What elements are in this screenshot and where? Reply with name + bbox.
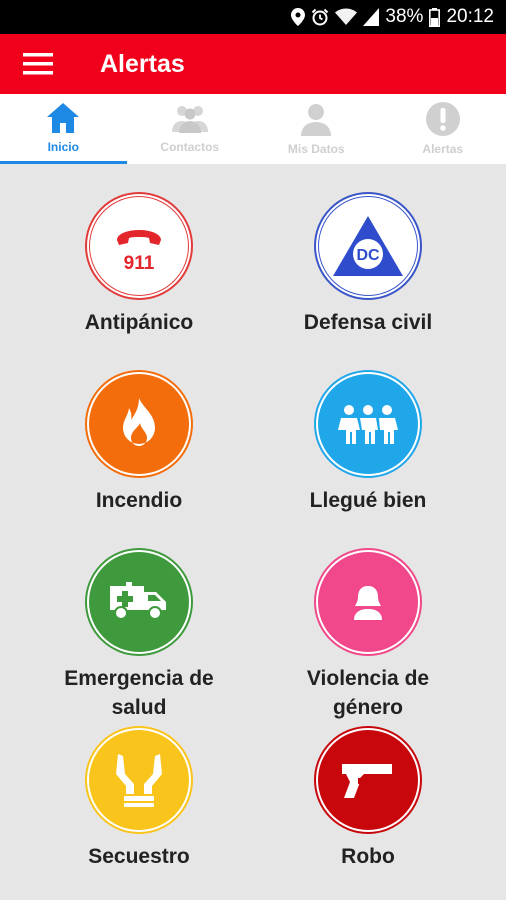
alert-label: Violencia de género [306,667,430,719]
alert-secuestro[interactable]: Secuestro [24,726,254,871]
alert-circle-inner [318,374,418,474]
fire-icon [123,398,155,446]
alert-circle [85,548,193,656]
status-bar: 38% 20:12 [0,0,506,34]
battery-icon [429,7,441,27]
alert-circle [85,370,193,478]
alert-label: Defensa civil [303,311,433,334]
hamburger-icon [23,53,53,75]
alerts-grid: 911 Antipánico DC Defensa civil Incendio… [0,164,506,900]
alert-emergencia-salud[interactable]: Emergencia de salud [24,548,254,722]
alert-circle [314,548,422,656]
alert-label: Incendio [95,489,183,512]
alert-label: Secuestro [88,845,190,868]
alert-label: Emergencia de salud [64,667,214,719]
home-icon [47,103,80,133]
alert-circle-inner [89,552,189,652]
badge-911: 911 [124,253,155,274]
tab-alertas[interactable]: Alertas [380,94,506,164]
tab-label: Inicio [47,140,79,154]
alert-circle [314,370,422,478]
woman-icon [354,586,382,620]
alert-circle [314,726,422,834]
alert-circle: DC [314,192,422,300]
tab-inicio[interactable]: Inicio [0,94,127,164]
tab-label: Contactos [160,140,220,154]
badge-dc: DC [356,247,380,264]
alert-defensa-civil[interactable]: DC Defensa civil [253,192,483,337]
page-title: Alertas [100,49,185,78]
alert-circle-inner: DC [318,196,418,296]
tab-mis-datos[interactable]: Mis Datos [253,94,380,164]
battery-percent: 38% [385,6,424,27]
alert-circle-inner [89,374,189,474]
location-icon [291,8,306,26]
alarm-icon [311,8,329,26]
signal-icon [363,8,380,26]
person-icon [301,104,332,136]
phone-911-icon: 911 [117,230,161,274]
alert-violencia-genero[interactable]: Violencia de género [253,548,483,722]
alert-circle [85,726,193,834]
tab-label: Alertas [422,142,464,156]
alert-circle-inner [318,730,418,830]
alert-robo[interactable]: Robo [253,726,483,871]
gun-icon [342,764,392,798]
hands-icon [116,754,162,807]
alert-antipanico[interactable]: 911 Antipánico [24,192,254,337]
menu-button[interactable] [0,34,76,94]
alert-circle-inner [318,552,418,652]
ambulance-icon [110,582,166,620]
wifi-icon [335,8,358,26]
alert-label: Llegué bien [309,489,427,512]
tab-bar: Inicio Contactos Mis Datos Alertas [0,94,506,164]
family-icon [338,405,398,444]
alert-incendio[interactable]: Incendio [24,370,254,515]
civil-defense-icon: DC [333,216,403,276]
app-bar: Alertas [0,34,506,94]
alert-label: Robo [341,845,395,868]
alert-circle-inner: 911 [89,196,189,296]
tab-contactos[interactable]: Contactos [127,94,254,164]
alert-circle-inner [89,730,189,830]
alert-llegue-bien[interactable]: Llegué bien [253,370,483,515]
tab-label: Mis Datos [287,142,345,156]
alert-label: Antipánico [84,311,194,334]
exclamation-icon [425,102,460,136]
contacts-icon [171,106,208,133]
clock: 20:12 [446,6,494,27]
alert-circle: 911 [85,192,193,300]
